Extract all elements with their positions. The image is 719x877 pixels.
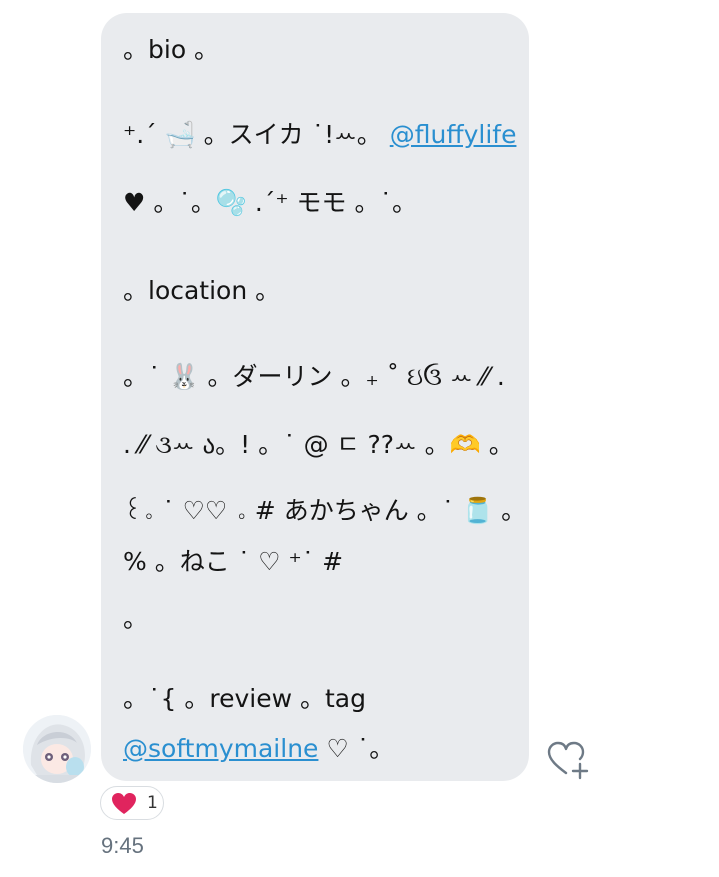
avatar[interactable] [23, 715, 91, 783]
message-line-bio: 。bio 。 [123, 35, 220, 64]
heart-icon [112, 793, 136, 814]
avatar-illustration [23, 715, 91, 783]
mention-link-softmymailne[interactable]: @softmymailne [123, 734, 318, 763]
mention-link-fluffylife[interactable]: @fluffylife [390, 120, 517, 149]
message-timestamp: 9:45 [101, 833, 144, 858]
message-line-neko: % 。ねこ ˙ ♡ ⁺˙ # [123, 547, 344, 576]
message-line-suika: ⁺.ˊ 🛁 。スイカ ˙!ꕀ。 @fluffylife [123, 120, 517, 149]
reaction-heart-button[interactable]: 1 [100, 786, 164, 820]
message-line-review: 。˙{ 。review 。tag [123, 684, 366, 713]
heart-plus-icon[interactable] [545, 740, 591, 780]
message-line-momo: ♥︎ 。˙。🫧 .ˊ⁺ モモ 。˙。 [123, 188, 417, 217]
message-line-location: 。location 。 [123, 276, 281, 305]
message-line-akachan: ꒰。˙ ♡♡ 。# あかちゃん 。˙ 🫙 。 [123, 496, 527, 525]
message-line-softmy: @softmymailne ♡ ˙。 [123, 734, 395, 763]
message-line-symbols: . ⁄⁄ ૩ꕀ ა。! 。˙ @ ㄷ ??ꕀ 。🫶 。 [123, 430, 514, 459]
message-line-darling: 。˙ 🐰 。ダーリン 。₊ ˚ ઇઉ ꕀ ⁄⁄ . [123, 362, 505, 391]
message-line-dot: 。 [123, 604, 149, 633]
reaction-count: 1 [147, 793, 158, 813]
